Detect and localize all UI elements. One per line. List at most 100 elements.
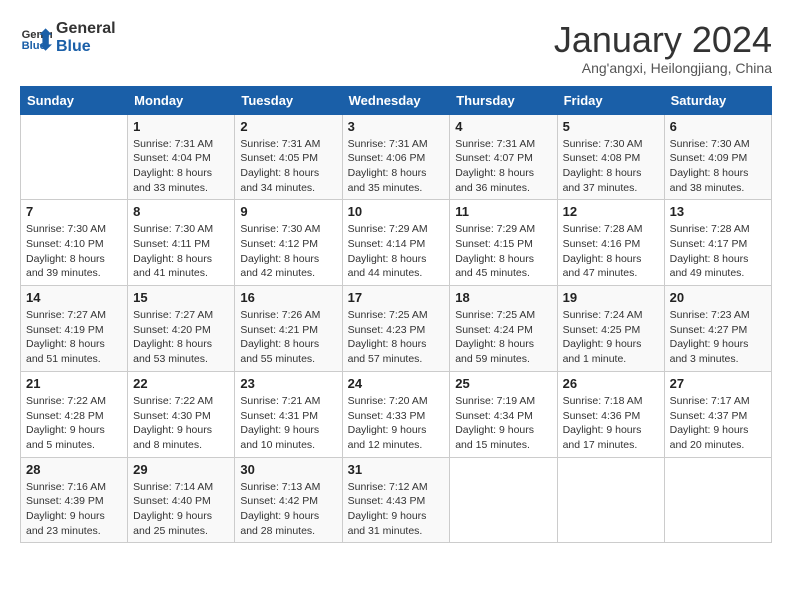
calendar-cell: 31 Sunrise: 7:12 AMSunset: 4:43 PMDayligh… [342,457,450,543]
calendar-cell: 19 Sunrise: 7:24 AMSunset: 4:25 PMDayligh… [557,286,664,372]
day-info: Sunrise: 7:25 AMSunset: 4:24 PMDaylight:… [455,308,551,367]
day-number: 7 [26,204,122,219]
day-number: 11 [455,204,551,219]
day-number: 13 [670,204,766,219]
page-header: General Blue General Blue January 2024 A… [20,20,772,76]
day-info: Sunrise: 7:26 AMSunset: 4:21 PMDaylight:… [240,308,336,367]
day-info: Sunrise: 7:25 AMSunset: 4:23 PMDaylight:… [348,308,445,367]
day-number: 12 [563,204,659,219]
day-number: 30 [240,462,336,477]
day-info: Sunrise: 7:31 AMSunset: 4:05 PMDaylight:… [240,137,336,196]
calendar-cell: 7 Sunrise: 7:30 AMSunset: 4:10 PMDaylight… [21,200,128,286]
calendar-cell: 26Sunrise: 7:18 AMSunset: 4:36 PMDayligh… [557,371,664,457]
calendar-cell: 14Sunrise: 7:27 AMSunset: 4:19 PMDayligh… [21,286,128,372]
calendar-table: SundayMondayTuesdayWednesdayThursdayFrid… [20,86,772,544]
day-number: 16 [240,290,336,305]
day-info: Sunrise: 7:30 AMSunset: 4:09 PMDaylight:… [670,137,766,196]
calendar-cell [664,457,771,543]
day-info: Sunrise: 7:27 AMSunset: 4:20 PMDaylight:… [133,308,229,367]
weekday-header-row: SundayMondayTuesdayWednesdayThursdayFrid… [21,86,772,114]
logo-general: General [56,20,116,38]
weekday-header-sunday: Sunday [21,86,128,114]
calendar-cell: 8 Sunrise: 7:30 AMSunset: 4:11 PMDaylight… [128,200,235,286]
day-number: 27 [670,376,766,391]
calendar-cell: 20 Sunrise: 7:23 AMSunset: 4:27 PMDayligh… [664,286,771,372]
calendar-cell: 9Sunrise: 7:30 AMSunset: 4:12 PMDaylight… [235,200,342,286]
calendar-cell: 6 Sunrise: 7:30 AMSunset: 4:09 PMDaylight… [664,114,771,200]
day-number: 14 [26,290,122,305]
day-number: 1 [133,119,229,134]
day-number: 28 [26,462,122,477]
calendar-cell: 12 Sunrise: 7:28 AMSunset: 4:16 PMDayligh… [557,200,664,286]
calendar-cell: 25 Sunrise: 7:19 AMSunset: 4:34 PMDayligh… [450,371,557,457]
day-number: 10 [348,204,445,219]
calendar-cell: 17 Sunrise: 7:25 AMSunset: 4:23 PMDayligh… [342,286,450,372]
calendar-cell: 30 Sunrise: 7:13 AMSunset: 4:42 PMDayligh… [235,457,342,543]
day-info: Sunrise: 7:16 AMSunset: 4:39 PMDaylight:… [26,480,122,539]
day-number: 17 [348,290,445,305]
week-row-5: 28 Sunrise: 7:16 AMSunset: 4:39 PMDayligh… [21,457,772,543]
weekday-header-thursday: Thursday [450,86,557,114]
calendar-cell: 5Sunrise: 7:30 AMSunset: 4:08 PMDaylight… [557,114,664,200]
day-info: Sunrise: 7:29 AMSunset: 4:15 PMDaylight:… [455,222,551,281]
day-info: Sunrise: 7:19 AMSunset: 4:34 PMDaylight:… [455,394,551,453]
calendar-cell [21,114,128,200]
day-number: 21 [26,376,122,391]
week-row-4: 21Sunrise: 7:22 AMSunset: 4:28 PMDayligh… [21,371,772,457]
day-number: 6 [670,119,766,134]
day-number: 19 [563,290,659,305]
day-info: Sunrise: 7:30 AMSunset: 4:10 PMDaylight:… [26,222,122,281]
day-info: Sunrise: 7:12 AMSunset: 4:43 PMDaylight:… [348,480,445,539]
day-number: 5 [563,119,659,134]
day-number: 29 [133,462,229,477]
day-info: Sunrise: 7:21 AMSunset: 4:31 PMDaylight:… [240,394,336,453]
calendar-cell: 23Sunrise: 7:21 AMSunset: 4:31 PMDayligh… [235,371,342,457]
calendar-cell: 24Sunrise: 7:20 AMSunset: 4:33 PMDayligh… [342,371,450,457]
calendar-cell: 2 Sunrise: 7:31 AMSunset: 4:05 PMDaylight… [235,114,342,200]
day-number: 18 [455,290,551,305]
day-number: 25 [455,376,551,391]
day-number: 3 [348,119,445,134]
day-info: Sunrise: 7:14 AMSunset: 4:40 PMDaylight:… [133,480,229,539]
day-info: Sunrise: 7:30 AMSunset: 4:11 PMDaylight:… [133,222,229,281]
calendar-cell: 3 Sunrise: 7:31 AMSunset: 4:06 PMDaylight… [342,114,450,200]
calendar-cell [557,457,664,543]
day-info: Sunrise: 7:17 AMSunset: 4:37 PMDaylight:… [670,394,766,453]
day-info: Sunrise: 7:31 AMSunset: 4:07 PMDaylight:… [455,137,551,196]
day-info: Sunrise: 7:22 AMSunset: 4:30 PMDaylight:… [133,394,229,453]
day-number: 9 [240,204,336,219]
weekday-header-monday: Monday [128,86,235,114]
day-number: 2 [240,119,336,134]
calendar-cell: 28 Sunrise: 7:16 AMSunset: 4:39 PMDayligh… [21,457,128,543]
day-info: Sunrise: 7:29 AMSunset: 4:14 PMDaylight:… [348,222,445,281]
calendar-cell: 18 Sunrise: 7:25 AMSunset: 4:24 PMDayligh… [450,286,557,372]
logo: General Blue General Blue [20,20,116,56]
day-number: 31 [348,462,445,477]
calendar-cell: 21Sunrise: 7:22 AMSunset: 4:28 PMDayligh… [21,371,128,457]
weekday-header-tuesday: Tuesday [235,86,342,114]
weekday-header-friday: Friday [557,86,664,114]
day-info: Sunrise: 7:31 AMSunset: 4:04 PMDaylight:… [133,137,229,196]
day-info: Sunrise: 7:28 AMSunset: 4:17 PMDaylight:… [670,222,766,281]
day-info: Sunrise: 7:23 AMSunset: 4:27 PMDaylight:… [670,308,766,367]
calendar-cell: 16 Sunrise: 7:26 AMSunset: 4:21 PMDayligh… [235,286,342,372]
weekday-header-saturday: Saturday [664,86,771,114]
calendar-cell: 22Sunrise: 7:22 AMSunset: 4:30 PMDayligh… [128,371,235,457]
calendar-cell: 15 Sunrise: 7:27 AMSunset: 4:20 PMDayligh… [128,286,235,372]
week-row-3: 14Sunrise: 7:27 AMSunset: 4:19 PMDayligh… [21,286,772,372]
day-number: 20 [670,290,766,305]
logo-blue: Blue [56,38,116,56]
day-info: Sunrise: 7:13 AMSunset: 4:42 PMDaylight:… [240,480,336,539]
day-number: 8 [133,204,229,219]
day-number: 4 [455,119,551,134]
title-block: January 2024 Ang'angxi, Heilongjiang, Ch… [554,20,772,76]
day-info: Sunrise: 7:31 AMSunset: 4:06 PMDaylight:… [348,137,445,196]
day-number: 24 [348,376,445,391]
day-info: Sunrise: 7:28 AMSunset: 4:16 PMDaylight:… [563,222,659,281]
month-title: January 2024 [554,20,772,60]
day-number: 15 [133,290,229,305]
calendar-cell: 29 Sunrise: 7:14 AMSunset: 4:40 PMDayligh… [128,457,235,543]
day-info: Sunrise: 7:24 AMSunset: 4:25 PMDaylight:… [563,308,659,367]
calendar-cell: 4 Sunrise: 7:31 AMSunset: 4:07 PMDaylight… [450,114,557,200]
week-row-2: 7 Sunrise: 7:30 AMSunset: 4:10 PMDaylight… [21,200,772,286]
